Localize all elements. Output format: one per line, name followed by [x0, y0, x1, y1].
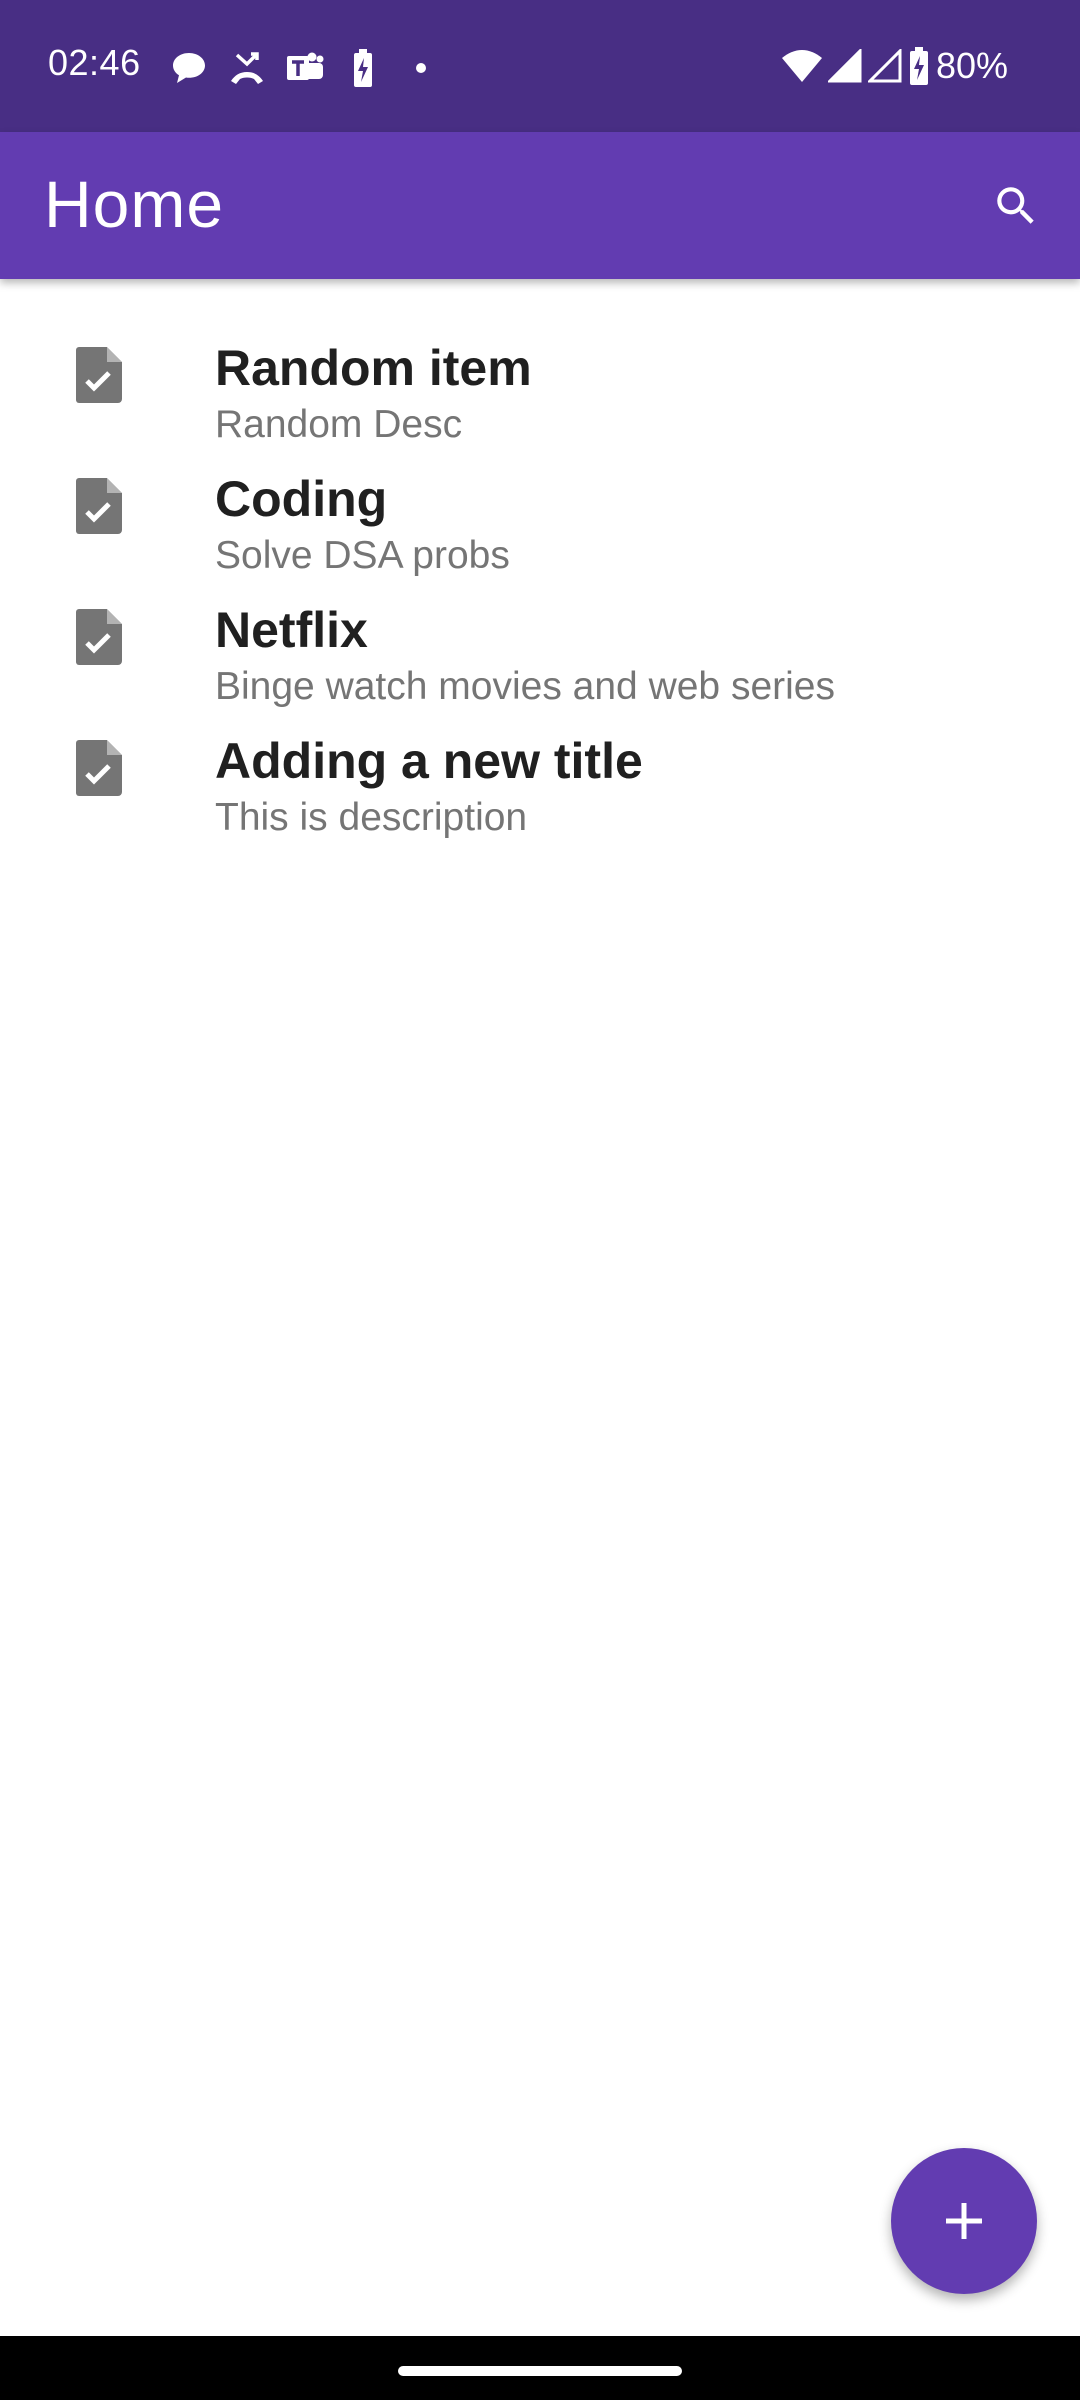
signal-icon [867, 46, 902, 86]
note-check-icon [76, 609, 122, 665]
app-bar: Home [0, 132, 1080, 279]
item-title: Random item [215, 340, 532, 396]
list-item[interactable]: Adding a new title This is description [0, 672, 1080, 839]
status-bar: 02:46 80% [0, 0, 1080, 132]
navigation-bar [0, 2336, 1080, 2400]
system-icons: 80% [776, 44, 1008, 88]
note-check-icon [76, 740, 122, 796]
screen: 02:46 80% Home Random item Random Desc C… [0, 0, 1080, 2400]
list-item[interactable]: Coding Solve DSA probs [0, 410, 1080, 577]
item-title: Adding a new title [215, 733, 643, 789]
notification-icons [168, 48, 458, 88]
missed-call-icon [226, 48, 268, 88]
list-item[interactable]: Netflix Binge watch movies and web serie… [0, 541, 1080, 708]
search-icon [997, 187, 1034, 224]
chat-bubble-icon [168, 48, 210, 88]
dot-icon [400, 48, 442, 88]
plus-icon [946, 2203, 982, 2239]
signal-icon [827, 46, 862, 86]
home-gesture-handle[interactable] [398, 2366, 682, 2376]
item-title: Coding [215, 471, 388, 527]
teams-icon [284, 48, 326, 88]
wifi-icon [781, 46, 822, 86]
note-check-icon [76, 347, 122, 403]
note-check-icon [76, 478, 122, 534]
battery-percentage: 80% [935, 45, 1008, 86]
page-title: Home [44, 167, 225, 241]
status-time: 02:46 [48, 42, 141, 83]
item-title: Netflix [215, 602, 368, 658]
battery-icon [908, 46, 930, 86]
item-description: This is description [215, 796, 528, 839]
battery-charging-icon [342, 48, 384, 88]
list-item[interactable]: Random item Random Desc [0, 279, 1080, 446]
search-button[interactable] [980, 170, 1052, 242]
add-item-button[interactable] [891, 2148, 1037, 2294]
